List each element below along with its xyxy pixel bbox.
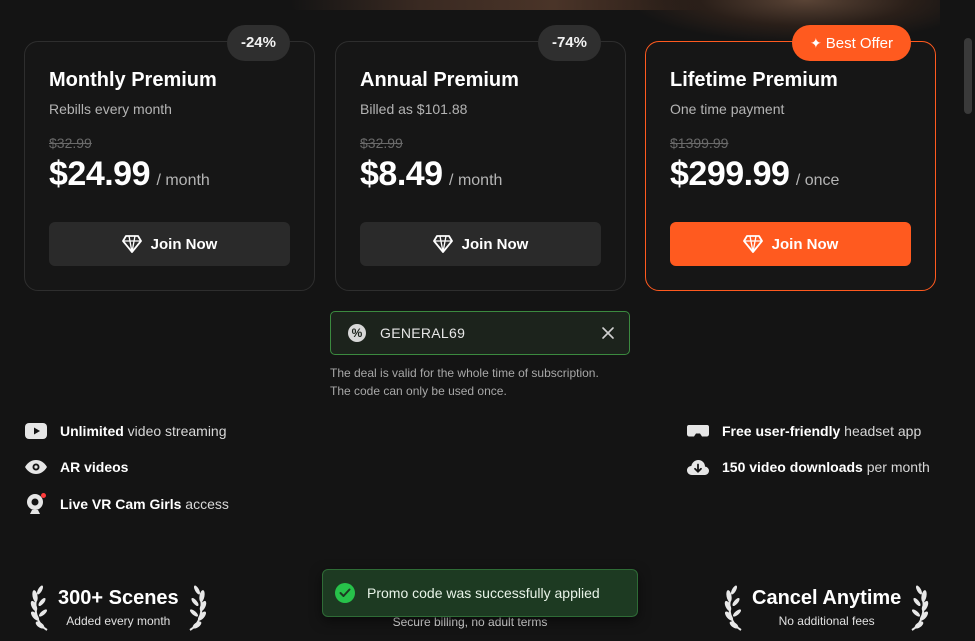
best-offer-badge: ✦ Best Offer (792, 25, 911, 61)
play-icon (24, 421, 48, 441)
feature-text: Live VR Cam Girls access (60, 496, 229, 512)
laurel-left-icon (724, 585, 742, 631)
plan-subtitle: Billed as $101.88 (360, 101, 468, 117)
join-now-button[interactable]: Join Now (49, 222, 290, 266)
feature-bold: 150 video downloads (722, 459, 863, 475)
close-icon[interactable] (601, 326, 615, 340)
feature-bold: AR videos (60, 459, 129, 475)
eye-icon (24, 457, 48, 477)
feature-text: AR videos (60, 459, 128, 475)
promo-note-line: The code can only be used once. (330, 384, 507, 398)
feature-video-downloads: 150 video downloads per month (686, 457, 930, 477)
stat-title: 300+ Scenes (58, 586, 179, 609)
laurel-left-icon (30, 585, 48, 631)
best-offer-label: Best Offer (825, 35, 893, 52)
scrollbar-thumb[interactable] (964, 38, 972, 114)
feature-bold: Free user-friendly (722, 423, 841, 439)
plan-title: Lifetime Premium (670, 69, 838, 91)
price: $299.99 (670, 155, 790, 193)
stat-title: Cancel Anytime (752, 586, 902, 609)
stat-subtitle: Secure billing, no adult terms (392, 615, 548, 629)
feature-rest: per month (862, 459, 930, 475)
feature-bold: Unlimited (60, 423, 124, 439)
price: $24.99 (49, 155, 151, 193)
stat-cancel: Cancel Anytime No additional fees (724, 582, 929, 632)
laurel-right-icon (911, 585, 929, 631)
price-period: / month (449, 172, 503, 189)
plan-card-monthly[interactable]: -24% Monthly Premium Rebills every month… (24, 25, 315, 291)
laurel-right-icon (189, 585, 206, 631)
feature-headset-app: Free user-friendly headset app (686, 421, 921, 441)
diamond-icon (432, 235, 453, 253)
join-now-button[interactable]: Join Now (360, 222, 601, 266)
discount-badge: -74% (537, 25, 601, 61)
sparkle-icon: ✦ (810, 35, 822, 51)
feature-text: Free user-friendly headset app (722, 423, 921, 439)
feature-text: Unlimited video streaming (60, 423, 227, 439)
feature-rest: video streaming (123, 423, 227, 439)
toast-message: Promo code was successfully applied (367, 585, 600, 601)
promo-code-field[interactable]: % GENERAL69 (330, 311, 630, 355)
plan-title: Annual Premium (360, 69, 519, 91)
price-period: / month (156, 172, 210, 189)
promo-code-value[interactable]: GENERAL69 (380, 325, 601, 341)
join-now-button[interactable]: Join Now (670, 222, 911, 266)
feature-rest: access (181, 496, 229, 512)
plan-title: Monthly Premium (49, 69, 217, 91)
price-row: $8.49 / month (360, 155, 502, 194)
stat-subtitle: No additional fees (778, 613, 875, 628)
feature-ar-videos: AR videos (24, 457, 128, 477)
price-row: $24.99 / month (49, 155, 210, 194)
plan-card-lifetime[interactable]: ✦ Best Offer Lifetime Premium One time pa… (645, 25, 936, 291)
success-toast[interactable]: Promo code was successfully applied (322, 569, 638, 617)
cloud-download-icon (686, 457, 710, 477)
join-now-label: Join Now (771, 235, 839, 253)
price: $8.49 (360, 155, 443, 193)
plan-subtitle: One time payment (670, 101, 785, 117)
diamond-icon (742, 235, 763, 253)
promo-note-line: The deal is valid for the whole time of … (330, 366, 599, 380)
join-now-label: Join Now (150, 235, 218, 253)
webcam-icon (24, 492, 48, 516)
check-circle-icon (335, 583, 355, 603)
percent-icon: % (348, 324, 366, 342)
feature-bold: Live VR Cam Girls (60, 496, 182, 512)
discount-badge: -24% (226, 25, 290, 61)
vr-headset-icon (686, 421, 710, 441)
feature-unlimited-streaming: Unlimited video streaming (24, 421, 227, 441)
feature-rest: headset app (840, 423, 922, 439)
diamond-icon (121, 235, 142, 253)
price-row: $299.99 / once (670, 155, 839, 194)
plan-card-annual[interactable]: -74% Annual Premium Billed as $101.88 $3… (335, 25, 626, 291)
old-price: $32.99 (360, 135, 403, 151)
stat-scenes: 300+ Scenes Added every month (30, 582, 207, 632)
old-price: $1399.99 (670, 135, 729, 151)
feature-text: 150 video downloads per month (722, 459, 930, 475)
join-now-label: Join Now (461, 235, 529, 253)
old-price: $32.99 (49, 135, 92, 151)
promo-note: The deal is valid for the whole time of … (330, 364, 650, 400)
price-period: / once (795, 172, 840, 189)
stat-subtitle: Added every month (66, 613, 171, 628)
feature-live-cam: Live VR Cam Girls access (24, 492, 229, 516)
plan-subtitle: Rebills every month (49, 101, 172, 117)
